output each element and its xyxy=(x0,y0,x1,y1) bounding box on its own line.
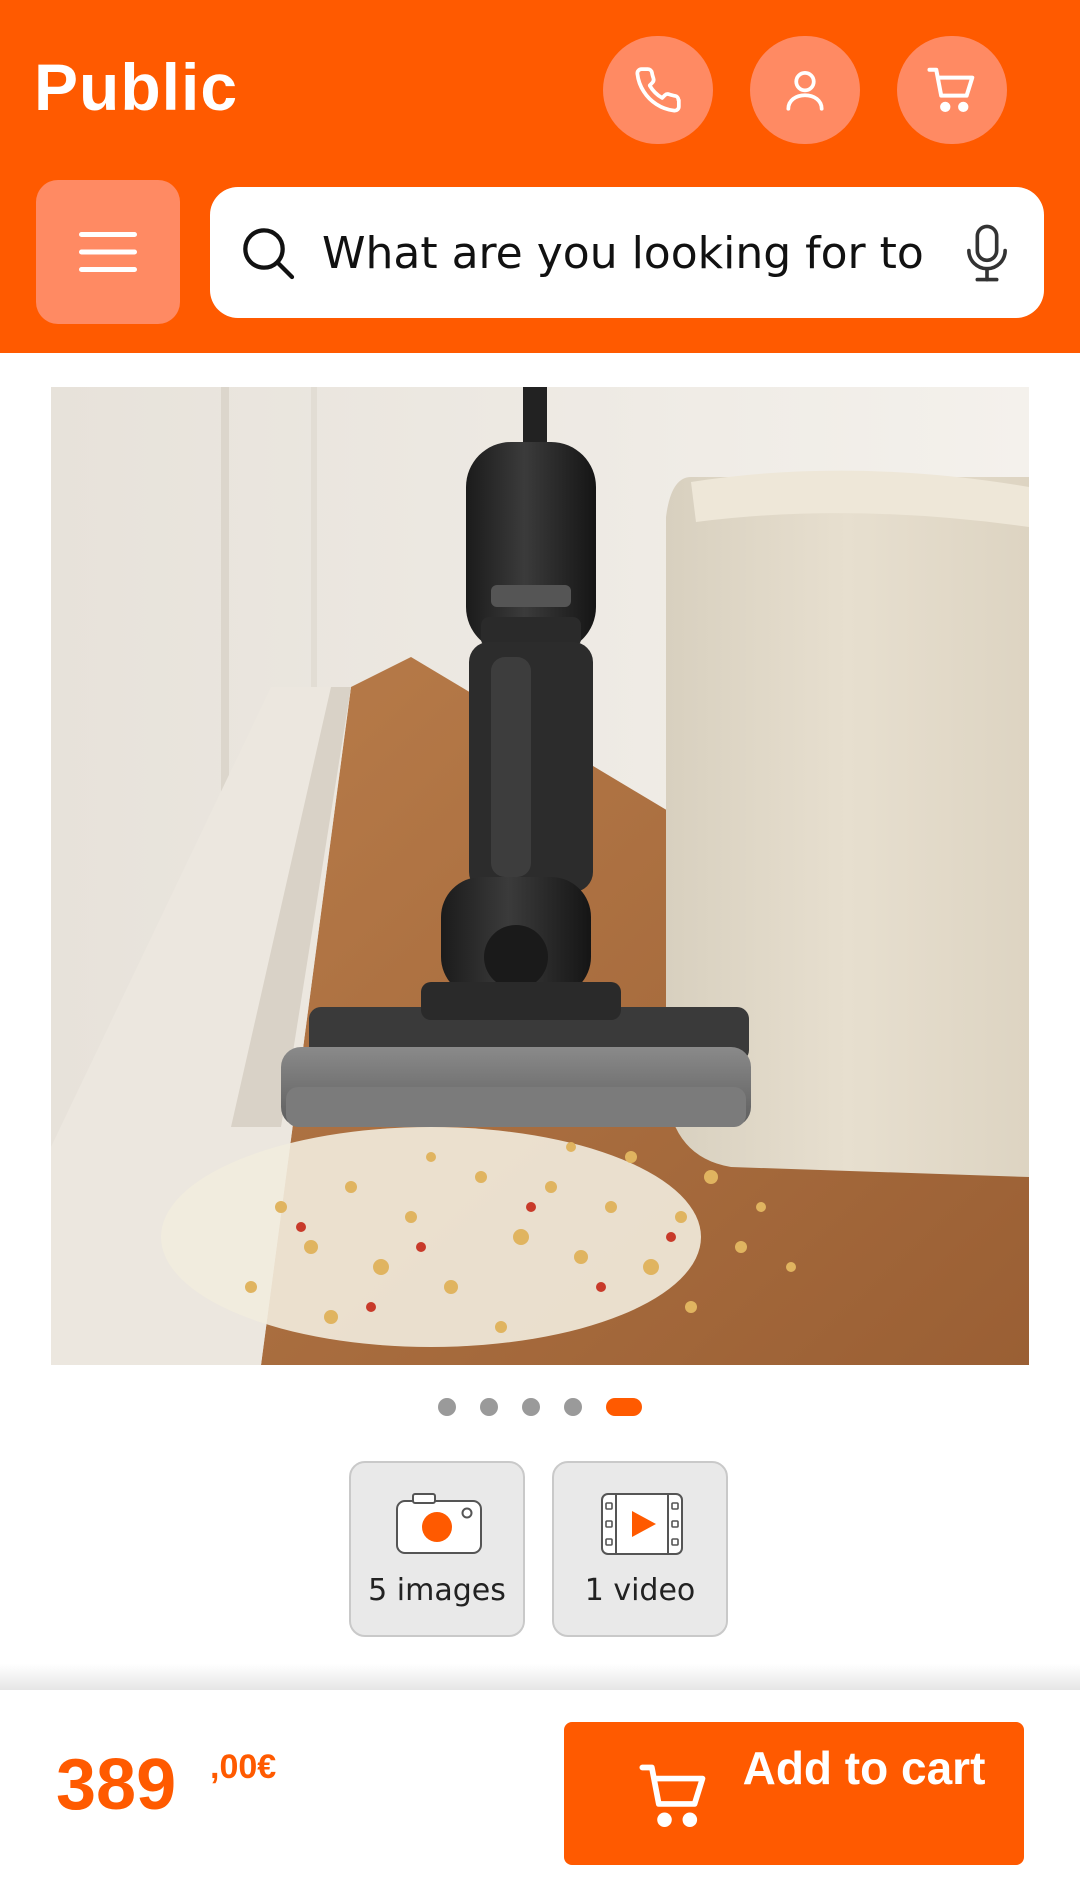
carousel-dot[interactable] xyxy=(438,1398,456,1416)
video-button[interactable]: 1 video xyxy=(552,1461,728,1637)
hamburger-icon xyxy=(79,232,137,272)
account-button[interactable] xyxy=(750,36,860,144)
price-decimals: ,00€ xyxy=(210,1748,277,1786)
product-image[interactable] xyxy=(51,387,1029,1365)
microphone-icon[interactable] xyxy=(958,221,1016,285)
carousel-dot-active[interactable] xyxy=(606,1398,642,1416)
cart-icon xyxy=(927,67,975,113)
menu-button[interactable] xyxy=(36,180,180,324)
phone-button[interactable] xyxy=(603,36,713,144)
public-logo[interactable]: Public xyxy=(34,44,238,130)
search-icon xyxy=(243,228,295,280)
user-icon xyxy=(786,71,824,111)
search-bar[interactable] xyxy=(210,187,1044,318)
carousel-dot[interactable] xyxy=(522,1398,540,1416)
cart-button[interactable] xyxy=(897,36,1007,144)
add-to-cart-label: Add to cart xyxy=(742,1742,986,1794)
film-play-icon xyxy=(601,1493,683,1555)
images-label: 5 images xyxy=(368,1573,506,1608)
cart-icon xyxy=(639,1764,706,1828)
buy-bar-shadow xyxy=(0,1664,1080,1690)
price-integer: 389 xyxy=(56,1745,177,1825)
header: Public xyxy=(0,0,1080,353)
search-input[interactable] xyxy=(322,209,922,297)
video-label: 1 video xyxy=(584,1573,696,1608)
camera-icon xyxy=(396,1493,482,1554)
add-to-cart-button[interactable]: Add to cart xyxy=(564,1722,1024,1865)
images-button[interactable]: 5 images xyxy=(349,1461,525,1637)
carousel-dots xyxy=(0,1397,1080,1417)
carousel-dot[interactable] xyxy=(480,1398,498,1416)
phone-icon xyxy=(635,67,681,113)
carousel-dot[interactable] xyxy=(564,1398,582,1416)
